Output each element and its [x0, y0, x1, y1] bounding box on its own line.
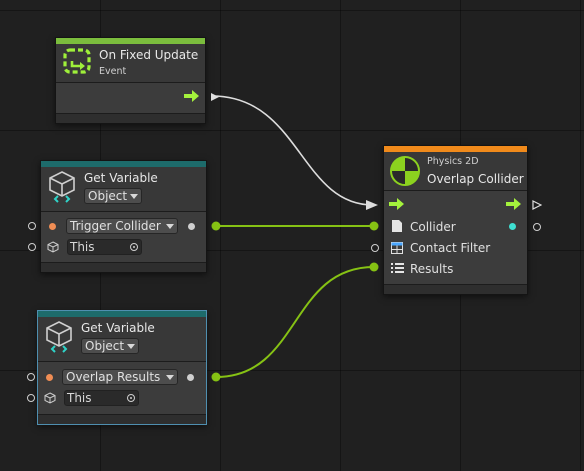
control-output-port[interactable]: [532, 200, 542, 210]
node-header: Physics 2D Overlap Collider: [384, 152, 527, 191]
node-subtitle: Event: [99, 66, 127, 77]
variable-name-dropdown[interactable]: Overlap Results: [62, 369, 178, 385]
wire-endpoint: [369, 221, 379, 231]
object-field[interactable]: This: [64, 390, 139, 406]
result-count-output-ring[interactable]: [533, 223, 541, 231]
value-output-port[interactable]: [187, 374, 194, 381]
contact-filter-port-label: Contact Filter: [410, 241, 491, 255]
gameobject-cube-icon: [44, 392, 56, 404]
string-type-icon: [49, 223, 56, 230]
variable-name-dropdown[interactable]: Trigger Collider: [66, 218, 178, 234]
flow-input-arrow-icon[interactable]: [389, 198, 405, 210]
object-picker-icon[interactable]: [130, 243, 138, 251]
chevron-down-icon: [127, 344, 135, 349]
get-variable-node-trigger-collider[interactable]: Get Variable Object Trigger Collider Thi…: [28, 160, 207, 273]
results-value-wire[interactable]: [215, 266, 375, 378]
struct-table-icon: [391, 242, 403, 254]
chevron-down-icon: [166, 224, 174, 229]
object-field-value: This: [67, 391, 92, 405]
node-footer: [38, 414, 206, 424]
list-icon: [391, 263, 404, 273]
on-fixed-update-node[interactable]: On Fixed Update Event: [55, 37, 219, 124]
wire-endpoint: [211, 372, 221, 382]
value-output-port[interactable]: [188, 223, 195, 230]
variable-name-value: Overlap Results: [66, 370, 161, 384]
node-footer: [56, 113, 205, 123]
object-input-port[interactable]: [27, 394, 35, 402]
object-input-port[interactable]: [28, 243, 36, 251]
variable-name-value: Trigger Collider: [70, 219, 161, 233]
control-flow-wire[interactable]: [211, 95, 374, 206]
name-input-port[interactable]: [28, 222, 36, 230]
gameobject-cube-icon: [47, 241, 59, 253]
variable-cube-icon: [46, 321, 72, 353]
control-output-port[interactable]: [210, 92, 220, 102]
wire-endpoint: [369, 262, 379, 272]
flow-output-arrow-icon[interactable]: [184, 90, 200, 102]
node-footer: [384, 284, 527, 294]
object-picker-icon[interactable]: [127, 394, 135, 402]
variable-kind-value: Object: [85, 339, 125, 353]
node-title: Get Variable: [84, 171, 158, 185]
string-type-icon: [46, 374, 53, 381]
node-footer: [41, 262, 206, 272]
variable-kind-dropdown[interactable]: Object: [84, 188, 142, 204]
variable-kind-value: Object: [88, 189, 128, 203]
node-header: On Fixed Update Event: [56, 44, 205, 83]
node-category: Physics 2D: [427, 156, 479, 167]
contact-filter-input-port[interactable]: [371, 244, 379, 252]
object-field-value: This: [70, 240, 95, 254]
chevron-down-icon: [130, 194, 138, 199]
fixed-update-loop-icon: [63, 48, 91, 74]
wire-endpoint: [211, 221, 221, 231]
node-header: Get Variable Object: [38, 317, 206, 362]
node-title: Get Variable: [81, 321, 155, 335]
overlap-collider-node[interactable]: Physics 2D Overlap Collider Collider Con…: [371, 145, 542, 295]
variable-cube-icon: [49, 171, 75, 203]
collider-port-label: Collider: [410, 220, 456, 234]
node-title: On Fixed Update: [99, 48, 199, 62]
results-port-label: Results: [410, 262, 454, 276]
object-field[interactable]: This: [67, 239, 142, 255]
variable-kind-dropdown[interactable]: Object: [81, 338, 139, 354]
control-flow-wire-end-arrow: [366, 200, 378, 210]
document-icon: [392, 220, 402, 232]
flow-output-arrow-icon[interactable]: [506, 198, 522, 210]
get-variable-node-overlap-results[interactable]: Get Variable Object Overlap Results This: [27, 310, 207, 425]
chevron-down-icon: [166, 375, 174, 380]
node-title: Overlap Collider: [427, 172, 524, 186]
physics-sphere-icon: [390, 156, 420, 186]
name-input-port[interactable]: [27, 373, 35, 381]
node-header: Get Variable Object: [41, 167, 206, 212]
result-count-output-port[interactable]: [509, 223, 516, 230]
